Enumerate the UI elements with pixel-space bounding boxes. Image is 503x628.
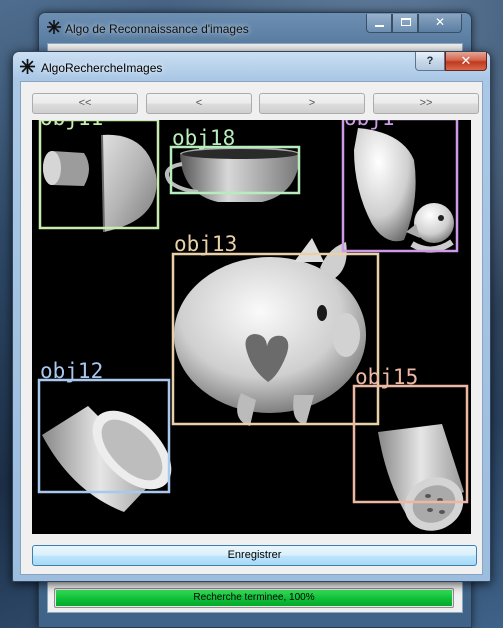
- label-obj18: obj18: [172, 126, 235, 150]
- maximize-button[interactable]: [392, 14, 418, 33]
- close-icon: ✕: [434, 15, 446, 29]
- detection-image-panel: obj11 obj18 obj1 obj13 obj12 obj15: [32, 120, 471, 534]
- main-close-button[interactable]: ✕: [418, 14, 462, 33]
- object-obj15: [378, 424, 464, 531]
- object-obj13: [174, 238, 366, 426]
- app-icon: [20, 59, 35, 74]
- label-obj1: obj1: [344, 120, 395, 130]
- detection-image: obj11 obj18 obj1 obj13 obj12 obj15: [37, 120, 469, 531]
- label-obj13: obj13: [174, 232, 237, 256]
- dialog-client: << < > >> obj18 obj13 obj12 obj15 Enregi…: [20, 81, 483, 575]
- object-obj12: [42, 406, 172, 512]
- progress-label: Recherche terminee, 100%: [193, 592, 315, 603]
- dialog-title: AlgoRechercheImages: [41, 61, 163, 75]
- search-dialog: AlgoRechercheImages ? ✕ << < > >> obj18 …: [12, 51, 491, 582]
- minimize-button[interactable]: [366, 14, 392, 33]
- maximize-icon: [401, 18, 411, 26]
- save-button[interactable]: Enregistrer: [32, 545, 477, 566]
- first-image-button[interactable]: <<: [32, 93, 138, 114]
- label-obj11: obj11: [40, 120, 103, 130]
- dialog-close-button[interactable]: ✕: [445, 52, 487, 71]
- object-obj1: [354, 128, 454, 253]
- close-icon: ✕: [460, 53, 472, 68]
- last-image-button[interactable]: >>: [373, 93, 479, 114]
- help-icon: ?: [426, 55, 434, 67]
- main-window-title: Algo de Reconnaissance d'images: [65, 22, 249, 36]
- next-image-button[interactable]: >: [259, 93, 365, 114]
- object-obj11: [43, 134, 157, 233]
- help-button[interactable]: ?: [415, 52, 445, 71]
- app-icon: [47, 20, 61, 34]
- minimize-icon: [375, 25, 384, 27]
- label-obj15: obj15: [355, 365, 418, 389]
- progress-bar: Recherche terminee, 100%: [54, 588, 454, 608]
- label-obj12: obj12: [40, 359, 103, 383]
- previous-image-button[interactable]: <: [146, 93, 252, 114]
